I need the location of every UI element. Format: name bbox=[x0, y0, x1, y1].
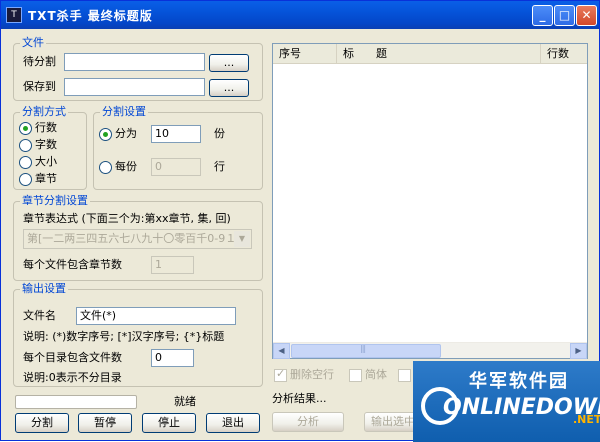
radio-line-count[interactable] bbox=[19, 122, 32, 135]
dir-count-label: 每个目录包含文件数 bbox=[23, 351, 122, 364]
save-to-input[interactable] bbox=[64, 78, 205, 96]
list-header: 序号 标 题 行数 bbox=[273, 44, 587, 64]
col-header-title[interactable]: 标 题 bbox=[337, 44, 541, 63]
minimize-button[interactable]: _ bbox=[532, 5, 553, 26]
window-title: TXT杀手 最终标题版 bbox=[28, 9, 153, 23]
app-window: T TXT杀手 最终标题版 _ □ ✕ 文件 待分割 ... 保存到 ... 分… bbox=[0, 0, 600, 442]
close-button[interactable]: ✕ bbox=[576, 5, 597, 26]
radio-chapter[interactable] bbox=[19, 173, 32, 186]
radio-divide-into[interactable] bbox=[99, 128, 112, 141]
divide-into-unit: 份 bbox=[214, 127, 225, 140]
each-part-label: 每份 bbox=[115, 160, 137, 173]
remove-blank-checkbox[interactable] bbox=[274, 367, 287, 382]
stop-button[interactable]: 停止 bbox=[142, 413, 196, 433]
result-list[interactable]: 序号 标 题 行数 ◀ ▶ bbox=[272, 43, 588, 359]
analysis-result-label: 分析结果... bbox=[272, 392, 327, 405]
divide-into-label: 分为 bbox=[115, 127, 137, 140]
split-button[interactable]: 分割 bbox=[15, 413, 69, 433]
title-bar[interactable]: T TXT杀手 最终标题版 _ □ ✕ bbox=[1, 1, 599, 29]
split-settings-legend: 分割设置 bbox=[100, 105, 148, 119]
full-checkbox[interactable] bbox=[398, 369, 411, 382]
watermark-cn: 华军软件园 bbox=[469, 371, 569, 392]
chapter-expr-value: 第[一二两三四五六七八九十〇零百千0-9１ bbox=[27, 232, 237, 245]
col-header-index[interactable]: 序号 bbox=[273, 44, 337, 63]
split-file-input[interactable] bbox=[64, 53, 205, 71]
radio-size-label: 大小 bbox=[35, 155, 57, 168]
split-file-label: 待分割 bbox=[23, 55, 56, 68]
col-header-lines[interactable]: 行数 bbox=[541, 44, 587, 63]
pause-button[interactable]: 暂停 bbox=[78, 413, 132, 433]
each-part-unit: 行 bbox=[214, 160, 225, 173]
app-icon: T bbox=[6, 7, 22, 23]
maximize-button[interactable]: □ bbox=[554, 5, 575, 26]
browse-save-button[interactable]: ... bbox=[209, 79, 249, 97]
split-mode-legend: 分割方式 bbox=[20, 105, 68, 119]
file-group-legend: 文件 bbox=[20, 36, 46, 50]
scroll-right-icon[interactable]: ▶ bbox=[570, 343, 587, 359]
divide-into-input[interactable]: 10 bbox=[151, 125, 201, 143]
radio-each-part[interactable] bbox=[99, 161, 112, 174]
chapter-count-label: 每个文件包含章节数 bbox=[23, 258, 122, 271]
exit-button[interactable]: 退出 bbox=[206, 413, 260, 433]
radio-char-count-label: 字数 bbox=[35, 138, 57, 151]
radio-size[interactable] bbox=[19, 156, 32, 169]
radio-char-count[interactable] bbox=[19, 139, 32, 152]
save-to-label: 保存到 bbox=[23, 80, 56, 93]
site-watermark: 华军软件园 ONLINEDOWN .NET bbox=[413, 361, 600, 442]
radio-line-count-label: 行数 bbox=[35, 121, 57, 134]
dir-count-input[interactable]: 0 bbox=[151, 349, 194, 367]
filename-input[interactable]: 文件(*) bbox=[76, 307, 236, 325]
filename-note: 说明: (*)数字序号; [*]汉字序号; {*}标题 bbox=[23, 330, 225, 343]
simplified-checkbox[interactable] bbox=[349, 369, 362, 382]
output-group-legend: 输出设置 bbox=[20, 282, 68, 296]
chapter-count-input[interactable]: 1 bbox=[151, 256, 194, 274]
scroll-left-icon[interactable]: ◀ bbox=[273, 343, 290, 359]
chapter-expr-label: 章节表达式 (下面三个为:第xx章节, 集, 回) bbox=[23, 212, 231, 225]
radio-chapter-label: 章节 bbox=[35, 172, 57, 185]
remove-blank-label: 删除空行 bbox=[290, 368, 334, 381]
simplified-label: 简体 bbox=[365, 368, 387, 381]
filename-label: 文件名 bbox=[23, 309, 56, 322]
status-text: 就绪 bbox=[174, 395, 196, 408]
analyze-button[interactable]: 分析 bbox=[272, 412, 344, 432]
progress-bar bbox=[15, 395, 137, 409]
browse-split-button[interactable]: ... bbox=[209, 54, 249, 72]
horizontal-scrollbar[interactable]: ◀ ▶ bbox=[273, 342, 587, 359]
chapter-group-legend: 章节分割设置 bbox=[20, 194, 90, 208]
dir-count-note: 说明:0表示不分目录 bbox=[23, 371, 122, 384]
chevron-down-icon[interactable]: ▼ bbox=[234, 231, 250, 247]
split-settings-group: 分割设置 bbox=[93, 105, 263, 190]
watermark-com: .NET bbox=[573, 413, 600, 426]
scroll-thumb[interactable] bbox=[291, 344, 441, 358]
each-part-input[interactable]: 0 bbox=[151, 158, 201, 176]
chapter-expr-select[interactable]: 第[一二两三四五六七八九十〇零百千0-9１ ▼ bbox=[23, 229, 252, 249]
